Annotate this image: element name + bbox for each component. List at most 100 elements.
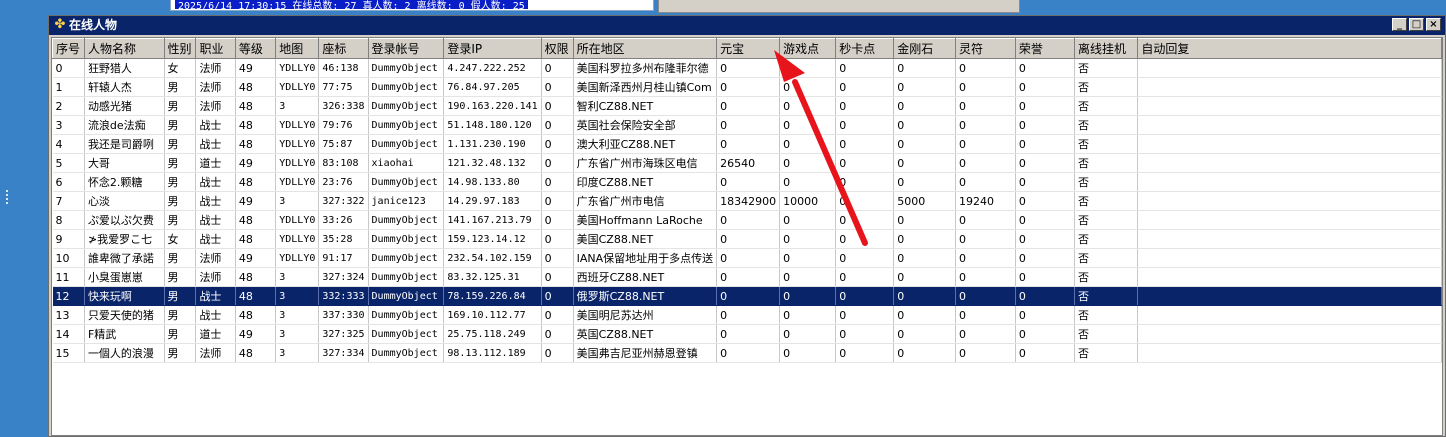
table-cell: 0 [893,172,957,192]
table-cell: 76.84.97.205 [443,77,542,97]
table-cell: 3 [275,267,320,287]
table-row[interactable]: 4 我还是司爵咧男战士 48 YDLLY0 75:87 DummyObject 1.131.… [52,134,1442,154]
table-cell: YDLLY0 [275,58,320,78]
minimize-button[interactable]: _ [1392,18,1407,31]
column-header[interactable]: 等级 [234,38,277,59]
column-header[interactable]: 元宝 [716,38,781,59]
table-row[interactable]: 5 大哥男道士 49 YDLLY0 83:108 xiaohai 121.32.48.132… [52,153,1442,173]
table-row[interactable]: 1 轩辕人杰男法师 48 YDLLY0 77:75 DummyObject 76.84.97… [52,77,1442,97]
close-button[interactable]: × [1426,18,1441,31]
table-cell: 49 [235,324,277,344]
table-cell: 2 [52,96,85,116]
table-cell: 13 [52,305,85,325]
table-cell [1137,153,1442,173]
column-header[interactable]: 所在地区 [572,38,718,59]
table-cell: 0 [893,210,957,230]
table-row[interactable]: 2 动感光猪男法师 48 3 326:338 DummyObject 190.163.220… [52,96,1442,116]
table-cell: 战士 [195,134,236,154]
table-cell: 0 [1015,134,1075,154]
table-cell: 0 [835,286,895,306]
table-cell: DummyObject [368,58,445,78]
table-row[interactable]: 10 誰卑微了承諾男法师 49 YDLLY0 91:17 DummyObject 232.5… [52,248,1442,268]
table-cell: 0 [955,153,1016,173]
table-cell: 0 [835,96,895,116]
column-header[interactable]: 离线挂机 [1073,38,1139,59]
table-cell: 男 [164,153,197,173]
table-cell: 0 [955,77,1016,97]
maximize-button[interactable]: □ [1409,18,1424,31]
table-row[interactable]: 0 狂野猎人女法师 49 YDLLY0 46:138 DummyObject 4.247.2… [52,58,1442,78]
table-cell: 3 [275,191,320,211]
column-header[interactable]: 荣誉 [1014,38,1075,59]
column-header[interactable]: 序号 [52,38,85,59]
table-cell: 48 [235,77,277,97]
table-row[interactable]: 14 F精武男道士 49 3 327:325 DummyObject 25.75.118.2… [52,324,1442,344]
players-grid[interactable]: 序号 人物名称 性别 职业 等级 地图 座标 登录帐号 登录IP 权限 所在地区 元宝 游戏点 秒卡点 金刚… [51,37,1443,436]
table-cell: DummyObject [368,210,445,230]
table-row[interactable]: 15 一個人的浪漫男法师 48 3 327:334 DummyObject 98.13.11… [52,343,1442,363]
table-cell: 男 [164,286,197,306]
column-header[interactable]: 自动回复 [1137,38,1442,59]
table-cell: 48 [235,134,277,154]
table-cell: 战士 [195,115,236,135]
table-cell [1137,286,1442,306]
column-header[interactable]: 秒卡点 [835,38,895,59]
table-cell: 75:87 [318,134,369,154]
table-cell: 0 [779,343,837,363]
table-row[interactable]: 11 小臭蛋崽崽男法师 48 3 327:324 DummyObject 83.32.125… [52,267,1442,287]
table-cell: 49 [235,58,277,78]
column-header[interactable]: 性别 [163,38,197,59]
table-cell: 9 [52,229,85,249]
table-row[interactable]: 12 快来玩啊男战士 48 3 332:333 DummyObject 78.159.226… [52,286,1442,306]
column-header[interactable]: 职业 [195,38,236,59]
column-header[interactable]: 灵符 [955,38,1016,59]
table-cell: 49 [235,248,277,268]
table-cell: YDLLY0 [275,248,320,268]
table-cell: 0 [541,229,574,249]
table-cell: 0 [716,229,781,249]
column-header[interactable]: 金刚石 [893,38,957,59]
table-row[interactable]: 3 流浪de法痴男战士 48 YDLLY0 79:76 DummyObject 51.148… [52,115,1442,135]
table-cell: 0 [541,343,574,363]
table-row[interactable]: 13 只爱天使的猪男战士 48 3 337:330 DummyObject 169.10.1… [52,305,1442,325]
table-cell: 0 [893,58,957,78]
table-cell: 战士 [195,172,236,192]
table-cell: 战士 [195,229,236,249]
table-cell: 0 [893,153,957,173]
table-cell: 0 [779,58,837,78]
column-header[interactable]: 座标 [318,38,369,59]
table-cell: 0 [835,210,895,230]
table-cell: 0 [716,96,781,116]
table-cell: 广东省广州市海珠区电信 [573,153,718,173]
table-cell: 0 [893,286,957,306]
column-header[interactable]: 权限 [540,38,574,59]
column-header[interactable]: 地图 [275,38,320,59]
table-cell: 0 [955,229,1016,249]
table-cell: 流浪de法痴 [84,115,165,135]
table-row[interactable]: 6 怀念2.颗糖男战士 48 YDLLY0 23:76 DummyObject 14.98.… [52,172,1442,192]
table-cell: 0 [835,229,895,249]
table-cell: YDLLY0 [275,210,320,230]
table-row[interactable]: 8 ぷ爱以ぷ欠费男战士 48 YDLLY0 33:26 DummyObject 141.16… [52,210,1442,230]
table-cell: 智利CZ88.NET [573,96,718,116]
table-cell: 法师 [195,343,236,363]
table-cell: 0 [955,286,1016,306]
table-row[interactable]: 7 心淡男战士 49 3 327:322 janice123 14.29.97.183 0 广东… [52,191,1442,211]
table-cell: 35:28 [318,229,369,249]
column-header[interactable]: 登录IP [443,38,542,59]
column-header[interactable]: 人物名称 [83,38,165,59]
table-cell: 326:338 [318,96,369,116]
table-cell: 战士 [195,210,236,230]
table-cell: 英国CZ88.NET [573,324,718,344]
table-cell: 西班牙CZ88.NET [573,267,718,287]
table-row[interactable]: 9 ≯我爱罗こ七女战士 48 YDLLY0 35:28 DummyObject 159.12… [52,229,1442,249]
column-header[interactable]: 登录帐号 [367,38,445,59]
table-cell: 俄罗斯CZ88.NET [573,286,718,306]
table-cell: 0 [893,96,957,116]
table-cell: 0 [955,267,1016,287]
table-cell: 澳大利亚CZ88.NET [573,134,718,154]
table-cell: 美国Hoffmann LaRoche [573,210,718,230]
column-header[interactable]: 游戏点 [779,38,837,59]
title-bar[interactable]: ✤ 在线人物 _ □ × [49,16,1445,35]
table-cell: 否 [1074,153,1139,173]
